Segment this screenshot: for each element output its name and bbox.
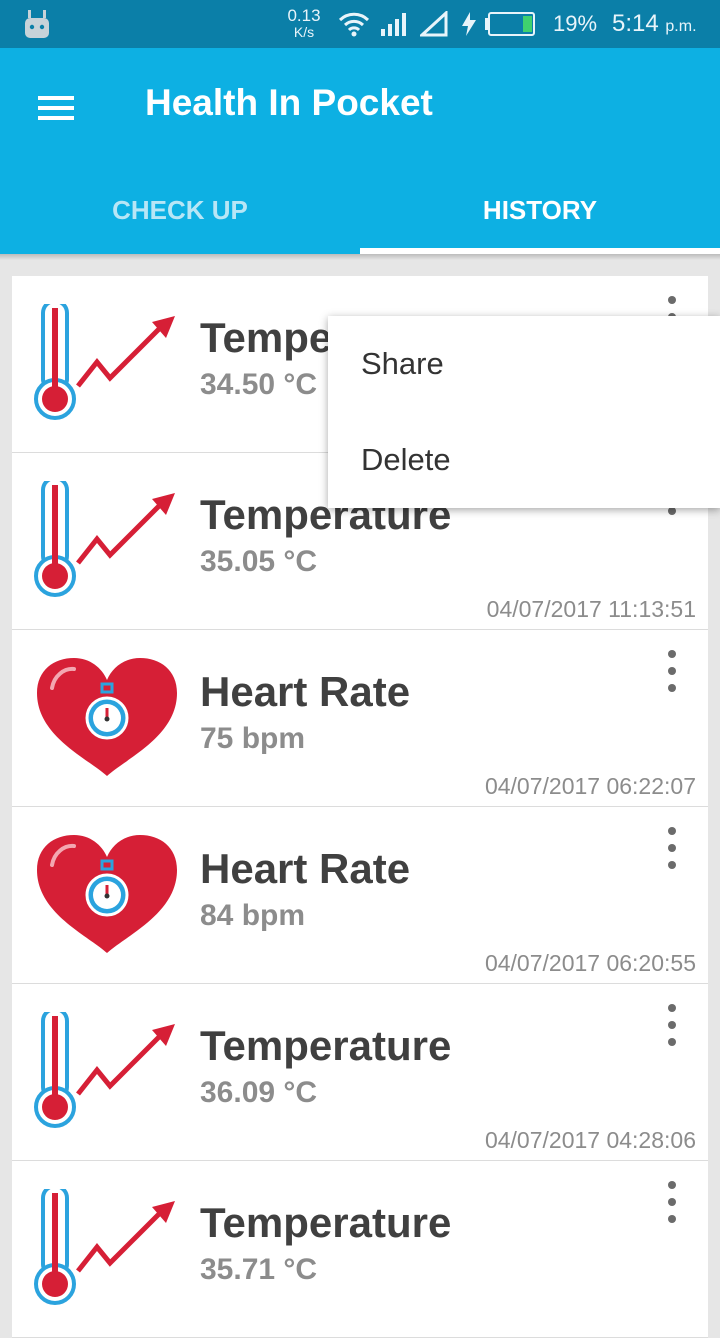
more-options-icon[interactable] [652, 1177, 692, 1227]
thermometer-trend-icon [32, 1189, 182, 1309]
clock-ampm: p.m. [665, 18, 697, 35]
more-options-icon[interactable] [652, 823, 692, 873]
history-item[interactable]: Temperature 36.09 °C 04/07/2017 04:28:06 [12, 984, 708, 1161]
tab-history[interactable]: HISTORY [360, 168, 720, 254]
item-value: 35.71 °C [200, 1253, 318, 1286]
item-value: 84 bpm [200, 899, 306, 932]
item-timestamp: 04/07/2017 11:13:51 [486, 596, 696, 622]
history-item[interactable]: Temperature 35.71 °C [12, 1161, 708, 1338]
wifi-icon [338, 12, 370, 37]
hamburger-menu-icon[interactable] [28, 84, 84, 128]
heart-stopwatch-icon [32, 835, 182, 955]
item-title: Heart Rate [200, 845, 411, 892]
clock: 5:14 p.m. [612, 10, 697, 38]
item-value: 75 bpm [200, 722, 306, 755]
battery-percent: 19% [553, 11, 598, 36]
thermometer-trend-icon [32, 481, 182, 601]
network-speed: 0.13 K/s [284, 7, 324, 40]
history-item[interactable]: Heart Rate 75 bpm 04/07/2017 06:22:07 [12, 630, 708, 807]
app-bar: Health In Pocket CHECK UP HISTORY [0, 48, 720, 254]
no-signal-icon [420, 11, 448, 37]
cell-signal-icon [381, 13, 406, 36]
item-value: 35.05 °C [200, 545, 318, 578]
clock-time: 5:14 [612, 10, 659, 37]
heart-stopwatch-icon [32, 658, 182, 778]
menu-item-share[interactable]: Share [328, 316, 720, 412]
item-title: Heart Rate [200, 668, 411, 715]
item-title: Temperature [200, 1199, 452, 1246]
app-bar-shadow [0, 254, 720, 260]
app-title: Health In Pocket [145, 82, 433, 123]
history-item[interactable]: Heart Rate 84 bpm 04/07/2017 06:20:55 [12, 807, 708, 984]
status-bar: 0.13 K/s 19% 5:14 p.m. [0, 0, 720, 48]
item-timestamp: 04/07/2017 04:28:06 [484, 1127, 696, 1153]
network-speed-value: 0.13 [287, 6, 321, 25]
more-options-icon[interactable] [652, 646, 692, 696]
menu-item-delete[interactable]: Delete [328, 412, 720, 508]
thermometer-trend-icon [32, 1012, 182, 1132]
android-notification-icon [25, 10, 49, 38]
item-value: 36.09 °C [200, 1076, 318, 1109]
charging-icon [462, 12, 476, 36]
item-timestamp: 04/07/2017 06:20:55 [484, 950, 696, 976]
network-speed-unit: K/s [293, 24, 315, 40]
battery-icon [485, 12, 535, 36]
item-options-menu: Share Delete [328, 316, 720, 508]
item-timestamp: 04/07/2017 06:22:07 [484, 773, 696, 799]
tab-check-up[interactable]: CHECK UP [0, 168, 360, 254]
item-value: 34.50 °C [200, 368, 318, 401]
item-title: Temperature [200, 1022, 452, 1069]
thermometer-trend-icon [32, 304, 182, 424]
more-options-icon[interactable] [652, 1000, 692, 1050]
